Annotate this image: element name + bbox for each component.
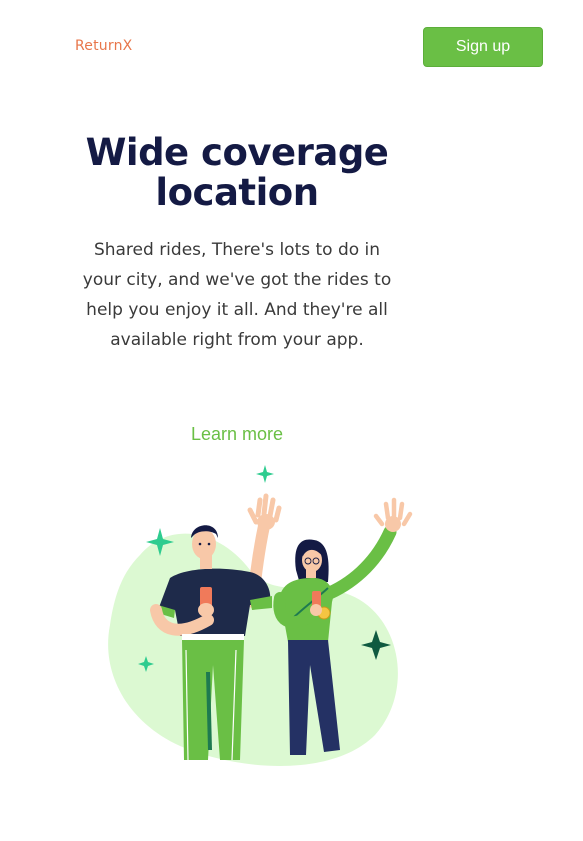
learn-more-link[interactable]: Learn more: [137, 424, 337, 445]
hero-description: Shared rides, There's lots to do in your…: [82, 240, 392, 350]
two-people-waving-illustration: [108, 465, 413, 766]
page-title: Wide coverage location: [85, 131, 389, 214]
signup-button[interactable]: Sign up: [423, 27, 543, 67]
sparkle-icon: [256, 465, 274, 483]
landing-page: ReturnX Sign up Wide coverage location S…: [0, 0, 583, 841]
logo[interactable]: ReturnX: [75, 38, 132, 54]
